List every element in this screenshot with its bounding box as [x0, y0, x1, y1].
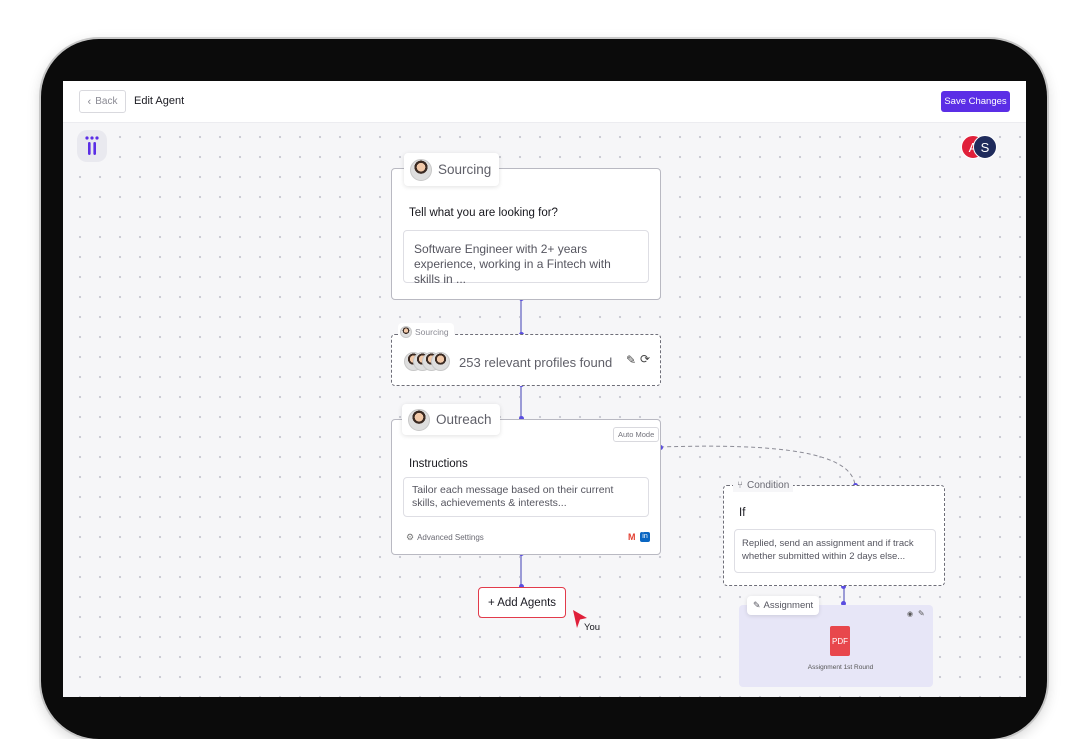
edit-icon[interactable]: ✎	[918, 609, 925, 618]
condition-card[interactable]: If Replied, send an assignment and if tr…	[723, 485, 945, 586]
gear-icon: ⚙	[406, 532, 415, 542]
sourcing-result-card[interactable]: 253 relevant profiles found ✎ ⟳	[391, 334, 661, 386]
instructions-input[interactable]: Tailor each message based on their curre…	[403, 477, 649, 517]
sourcing-result-tab: Sourcing	[398, 323, 454, 340]
condition-input[interactable]: Replied, send an assignment and if track…	[734, 529, 936, 573]
agent-editor-screen: ‹ Back Edit Agent Save Changes A S Tell …	[63, 81, 1026, 697]
if-label: If	[739, 507, 746, 519]
outreach-agent-card[interactable]: Auto Mode Instructions Tailor each messa…	[391, 419, 661, 555]
condition-tab: ⑂ Condition	[733, 478, 794, 492]
agent-avatar-icon	[408, 408, 430, 431]
refresh-icon[interactable]: ⟳	[640, 352, 650, 366]
edit-icon[interactable]: ✎	[626, 353, 636, 367]
profile-avatar-icon	[431, 352, 450, 371]
gmail-icon[interactable]: M	[628, 532, 638, 542]
prompt-label: Tell what you are looking for?	[409, 207, 558, 219]
sourcing-prompt-input[interactable]: Software Engineer with 2+ years experien…	[403, 230, 649, 286]
tab-label: Sourcing	[415, 326, 449, 337]
instructions-label: Instructions	[409, 458, 468, 470]
file-name: Assignment 1st Round	[807, 664, 874, 671]
sourcing-agent-card[interactable]: Tell what you are looking for? Software …	[391, 168, 661, 300]
agent-avatar-icon	[410, 158, 432, 181]
advanced-settings-label: Advanced Settings	[417, 533, 484, 542]
document-edit-icon: ✎	[753, 600, 761, 610]
agent-avatar-icon	[400, 325, 412, 338]
sourcing-card-tab: Sourcing	[404, 153, 500, 186]
advanced-settings-link[interactable]: ⚙ Advanced Settings	[406, 532, 484, 543]
auto-mode-badge[interactable]: Auto Mode	[613, 427, 660, 442]
tab-label: Condition	[747, 479, 790, 491]
pdf-file-icon[interactable]: PDF	[830, 626, 850, 656]
assignment-tab: ✎ Assignment	[747, 596, 820, 615]
cursor-label: You	[584, 622, 601, 633]
profile-avatars	[404, 352, 450, 374]
channel-icons: M in	[628, 532, 650, 542]
linkedin-icon[interactable]: in	[640, 532, 650, 542]
profiles-found-text: 253 relevant profiles found	[459, 355, 613, 370]
tab-label: Outreach	[436, 412, 492, 427]
tab-label: Assignment	[763, 600, 814, 611]
outreach-card-tab: Outreach	[402, 404, 500, 435]
add-agents-button[interactable]: + Add Agents	[478, 587, 566, 618]
branch-icon: ⑂	[737, 479, 743, 491]
tab-label: Sourcing	[438, 162, 492, 177]
view-icon[interactable]: ◉	[907, 610, 913, 618]
